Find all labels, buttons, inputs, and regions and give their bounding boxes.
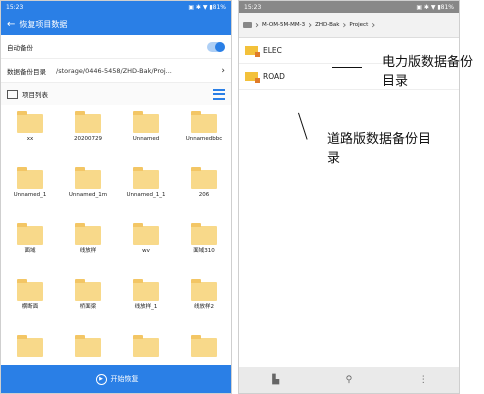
chevron-right-icon[interactable]: › — [221, 66, 225, 76]
folder-icon — [75, 167, 101, 189]
new-folder-icon[interactable]: ▙ — [272, 375, 279, 385]
folder-grid: xx 20200729 Unnamed Unnamedbbc Unnamed_1… — [1, 109, 231, 384]
status-bar: 15:23 ▣ ✱ ▼ ▮81% — [1, 1, 231, 13]
folder-item[interactable]: wv — [117, 221, 175, 272]
breadcrumb-item[interactable]: Project — [346, 22, 371, 28]
status-time: 15:23 — [6, 3, 24, 11]
folder-icon — [133, 167, 159, 189]
start-restore-label: 开始恢复 — [110, 375, 139, 383]
folder-icon — [191, 223, 217, 245]
status-time: 15:23 — [244, 3, 262, 11]
folder-item[interactable]: 桥面梁 — [59, 277, 117, 328]
folder-icon — [245, 72, 260, 83]
folder-item[interactable]: 206 — [175, 165, 231, 216]
folder-icon — [17, 335, 43, 357]
folder-item[interactable]: Unnamed — [117, 109, 175, 160]
folder-icon — [75, 111, 101, 133]
folder-name: ELEC — [263, 46, 282, 55]
folder-icon — [133, 279, 159, 301]
folder-icon — [17, 279, 43, 301]
bottom-toolbar: ▙ ⚲ ⋮ — [239, 367, 459, 393]
auto-backup-row: 自动备份 — [1, 35, 231, 59]
search-icon[interactable]: ⚲ — [346, 375, 353, 385]
folder-name: xx — [26, 136, 34, 142]
annotation-road: 道路版数据备份目录 — [327, 132, 432, 166]
folder-name: Unnamedbbc — [185, 136, 223, 142]
project-list-header: 项目列表 — [1, 83, 231, 105]
auto-backup-toggle[interactable] — [207, 41, 225, 52]
folder-icon — [17, 111, 43, 133]
folder-name: 面域 — [24, 248, 36, 254]
app-bar: ← 恢复项目数据 — [1, 13, 231, 35]
folder-icon — [191, 335, 217, 357]
storage-icon[interactable] — [243, 22, 252, 28]
breadcrumb: › M-OM-5M-MM-3 › ZHD-Bak › Project › — [239, 13, 459, 38]
folder-item[interactable]: Unnamed_1 — [1, 165, 59, 216]
folder-item[interactable]: 线放样2 — [175, 277, 231, 328]
folder-name: Unnamed_1 — [13, 192, 47, 198]
folder-item[interactable]: 20200729 — [59, 109, 117, 160]
folder-name: 桥面梁 — [79, 304, 97, 310]
folder-item[interactable]: 线放样_1 — [117, 277, 175, 328]
folder-icon — [245, 46, 260, 57]
folder-name: Unnamed_1m — [68, 192, 108, 198]
auto-backup-label: 自动备份 — [7, 43, 33, 52]
page-title: 恢复项目数据 — [19, 19, 68, 29]
folder-item[interactable]: xx — [1, 109, 59, 160]
status-icons: ▣ ✱ ▼ ▮81% — [188, 3, 226, 11]
back-arrow-icon[interactable]: ← — [7, 19, 15, 30]
folder-name: 横断面 — [21, 304, 39, 310]
folder-icon — [75, 223, 101, 245]
folder-name: ROAD — [263, 72, 285, 81]
folder-name: 线放样 — [79, 248, 97, 254]
folder-icon — [133, 223, 159, 245]
folder-item[interactable]: 线放样 — [59, 221, 117, 272]
folder-item[interactable]: 面域 — [1, 221, 59, 272]
list-icon — [7, 89, 18, 99]
breadcrumb-item[interactable]: ZHD-Bak — [312, 22, 342, 28]
folder-icon — [17, 167, 43, 189]
folder-name: 线放样2 — [194, 304, 214, 310]
folder-icon — [75, 335, 101, 357]
annotation-line-elec — [332, 67, 362, 68]
folder-name: wv — [142, 248, 150, 254]
folder-item[interactable]: 横断面 — [1, 277, 59, 328]
folder-name: Unnamed — [132, 136, 160, 142]
breadcrumb-item[interactable]: M-OM-5M-MM-3 — [259, 22, 308, 28]
project-list-label: 项目列表 — [22, 91, 48, 99]
folder-name: Unnamed_1_1 — [126, 192, 166, 198]
play-icon: ▶ — [95, 373, 107, 385]
backup-dir-label: 数据备份目录 — [7, 67, 46, 76]
backup-dir-path: /storage/0446-5458/ZHD-Bak/Proj... — [56, 66, 172, 75]
folder-item[interactable]: Unnamed_1m — [59, 165, 117, 216]
folder-icon — [17, 223, 43, 245]
folder-name: 206 — [198, 192, 210, 198]
more-icon[interactable]: ⋮ — [419, 375, 428, 385]
status-bar: 15:23 ▣ ✱ ▼ ▮81% — [239, 1, 459, 13]
folder-item[interactable]: 面域310 — [175, 221, 231, 272]
sort-icon[interactable] — [213, 88, 225, 100]
folder-icon — [191, 111, 217, 133]
folder-item[interactable]: Unnamedbbc — [175, 109, 231, 160]
folder-name: 面域310 — [193, 248, 215, 254]
restore-project-screen: 15:23 ▣ ✱ ▼ ▮81% ← 恢复项目数据 自动备份 数据备份目录 /s… — [0, 0, 232, 394]
folder-icon — [133, 111, 159, 133]
annotation-elec: 电力版数据备份目录 — [382, 55, 474, 89]
backup-dir-row[interactable]: 数据备份目录 /storage/0446-5458/ZHD-Bak/Proj..… — [1, 59, 231, 83]
folder-icon — [191, 167, 217, 189]
start-restore-button[interactable]: ▶ 开始恢复 — [1, 365, 231, 393]
folder-item[interactable]: Unnamed_1_1 — [117, 165, 175, 216]
folder-icon — [75, 279, 101, 301]
folder-icon — [191, 279, 217, 301]
folder-name: 20200729 — [74, 136, 102, 142]
folder-name: 线放样_1 — [134, 304, 158, 310]
folder-icon — [133, 335, 159, 357]
status-icons: ▣ ✱ ▼ ▮81% — [416, 3, 454, 11]
